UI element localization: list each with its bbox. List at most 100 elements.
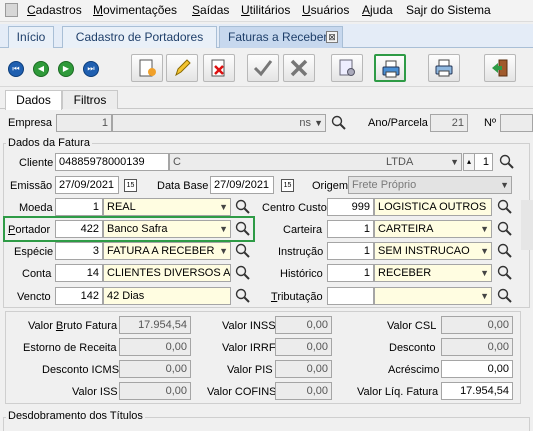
next-record-button[interactable]: ▶ [58,61,74,77]
close-tab-icon[interactable]: ⊠ [326,31,338,43]
report-button[interactable] [331,54,363,82]
search-icon[interactable] [331,115,347,131]
search-icon[interactable] [497,288,513,304]
menu-bar: Cadastros Movimentações Saídas Utilitári… [0,0,533,22]
search-icon[interactable] [497,265,513,281]
moeda-code-field[interactable]: 1 [55,198,103,216]
centro-custo-name-field[interactable]: LOGISTICA OUTROS [374,198,492,216]
especie-code-field[interactable]: 3 [55,242,103,260]
empresa-name-field[interactable]: ns ▼ [112,114,326,132]
search-icon[interactable] [497,243,513,259]
search-icon[interactable] [499,154,515,170]
cliente-seq-spinner[interactable]: ▴ [463,153,475,171]
chevron-down-icon: ▼ [219,224,228,234]
estorno-field[interactable]: 0,00 [119,338,191,356]
tab-faturas-receber[interactable]: Faturas a Receber ⊠ [219,26,343,48]
centro-custo-code-field[interactable]: 999 [327,198,374,216]
vencto-name-field[interactable]: 42 Dias [103,287,231,305]
conta-code-field[interactable]: 14 [55,264,103,282]
first-record-button[interactable]: ⏮ [8,61,24,77]
bruto-field[interactable]: 17.954,54 [119,316,191,334]
irrf-field[interactable]: 0,00 [275,338,332,356]
menu-saidas[interactable]: Saídas [192,3,229,17]
irrf-label: Valor IRRF [222,342,276,354]
instrucao-code-field[interactable]: 1 [327,242,374,260]
portador-code-field[interactable]: 422 [55,220,103,238]
iss-field[interactable]: 0,00 [119,382,191,400]
search-icon[interactable] [235,265,251,281]
tributacao-code-field[interactable] [327,287,374,305]
carteira-code-field[interactable]: 1 [327,220,374,238]
cliente-code-field[interactable]: 04885978000139 [55,153,169,171]
delete-button[interactable] [203,54,235,82]
tab-cadastro-portadores[interactable]: Cadastro de Portadores [62,26,217,48]
menu-sair-label: Sajr do Sistema [406,3,491,17]
empresa-code-field[interactable]: 1 [56,114,112,132]
inss-label: Valor INSS [222,320,276,332]
search-icon[interactable] [497,199,513,215]
search-icon[interactable] [235,288,251,304]
menu-sair[interactable]: Sajr do Sistema [406,3,491,17]
historico-code-field[interactable]: 1 [327,264,374,282]
origem-value: Frete Próprio [352,179,417,191]
ano-parcela-field[interactable]: 21 [430,114,468,132]
tab-dados[interactable]: Dados [5,90,62,110]
cancel-x-icon [290,59,308,77]
cliente-name-field[interactable]: C LTDA ▼ [169,153,462,171]
search-icon[interactable] [235,199,251,215]
calendar-icon[interactable]: 15 [124,179,137,192]
csl-field[interactable]: 0,00 [441,316,513,334]
liquida-field[interactable]: 17.954,54 [441,382,513,400]
data-base-field[interactable]: 27/09/2021 [210,176,274,194]
cofins-label: Valor COFINS [207,386,277,398]
carteira-name-field[interactable]: CARTEIRA ▼ [374,220,492,238]
tab-inicio[interactable]: Início [8,26,54,48]
checkmark-icon [253,60,273,77]
print-button[interactable] [374,54,406,82]
conta-name-field[interactable]: CLIENTES DIVERSOS A [103,264,231,282]
search-icon[interactable] [235,221,251,237]
menu-utilitarios[interactable]: Utilitários [241,3,290,17]
instrucao-name-field[interactable]: SEM INSTRUCAO ▼ [374,242,492,260]
menu-usuarios[interactable]: Usuários [302,3,349,17]
emissao-field[interactable]: 27/09/2021 [55,176,119,194]
last-record-button[interactable]: ⏭ [83,61,99,77]
print-preview-button[interactable] [428,54,460,82]
historico-name-field[interactable]: RECEBER ▼ [374,264,492,282]
menu-movimentacoes[interactable]: Movimentações [93,3,177,17]
tab-filtros[interactable]: Filtros [62,90,118,109]
tributacao-name-field[interactable]: ▼ [374,287,492,305]
pencil-icon [175,59,191,77]
inss-field[interactable]: 0,00 [275,316,332,334]
previous-record-button[interactable]: ◀ [33,61,49,77]
desconto-icms-field[interactable]: 0,00 [119,360,191,378]
vencto-code-field[interactable]: 142 [55,287,103,305]
new-button[interactable] [131,54,163,82]
app-icon [5,3,18,17]
calendar-icon[interactable]: 15 [281,179,294,192]
edit-button[interactable] [166,54,198,82]
desconto-field[interactable]: 0,00 [441,338,513,356]
portador-label: Portador [8,224,51,236]
scrollbar[interactable] [521,200,533,250]
exit-door-icon [492,59,508,77]
origem-select[interactable]: Frete Próprio ▼ [348,176,512,194]
portador-name-field[interactable]: Banco Safra ▼ [103,220,231,238]
moeda-name-field[interactable]: REAL ▼ [103,198,231,216]
search-icon[interactable] [235,243,251,259]
empresa-label: Empresa [8,117,53,129]
search-icon[interactable] [497,221,513,237]
cancel-button[interactable] [283,54,315,82]
acrescimo-field[interactable]: 0,00 [441,360,513,378]
acrescimo-label: Acréscimo [388,364,440,376]
especie-name-field[interactable]: FATURA A RECEBER ▼ [103,242,231,260]
confirm-button[interactable] [247,54,279,82]
numero-field[interactable] [500,114,533,132]
menu-cadastros[interactable]: Cadastros [27,3,82,17]
pis-field[interactable]: 0,00 [275,360,332,378]
exit-button[interactable] [484,54,516,82]
cofins-field[interactable]: 0,00 [275,382,332,400]
moeda-name: REAL [107,201,136,213]
instrucao-name: SEM INSTRUCAO [378,245,470,257]
menu-ajuda[interactable]: Ajuda [362,3,393,17]
